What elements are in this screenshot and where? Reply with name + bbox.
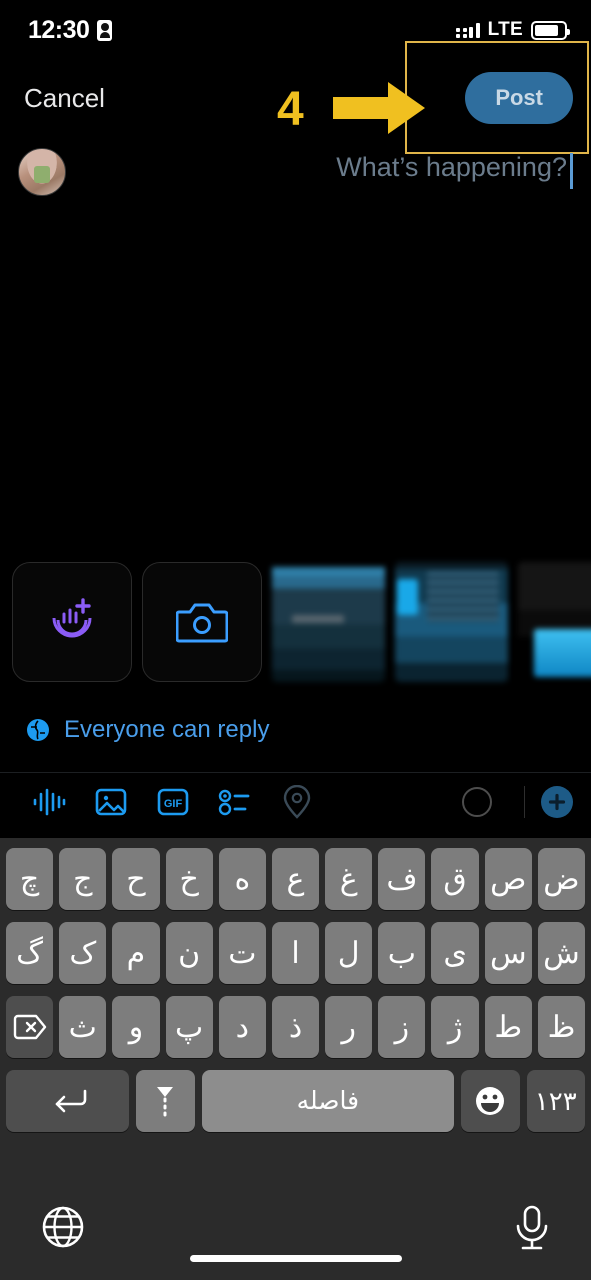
location-button[interactable]	[266, 785, 328, 819]
key[interactable]: ع	[271, 848, 320, 910]
text-cursor	[570, 153, 573, 189]
toolbar-vertical-divider	[524, 786, 525, 818]
gif-button[interactable]: GIF	[142, 786, 204, 818]
key[interactable]: ژ	[431, 996, 479, 1058]
microphone-icon[interactable]	[513, 1204, 551, 1252]
add-post-button[interactable]	[541, 786, 573, 818]
status-clock-group: 12:30	[28, 15, 113, 45]
key[interactable]: ر	[325, 996, 373, 1058]
image-button[interactable]	[80, 786, 142, 818]
key[interactable]: ظ	[537, 996, 586, 1058]
language-globe-icon[interactable]	[40, 1204, 86, 1250]
key[interactable]: ق	[431, 848, 479, 910]
key[interactable]: پ	[165, 996, 213, 1058]
right-arrow-annotation	[333, 82, 425, 134]
key[interactable]: ف	[378, 848, 426, 910]
create-audio-button[interactable]	[12, 562, 132, 682]
post-placeholder: ?What’s happening	[336, 152, 567, 182]
key[interactable]: ش	[537, 922, 586, 984]
key[interactable]: ک	[59, 922, 107, 984]
keyboard-row-3: ث و پ د ذ ر ز ژ ط ظ	[5, 996, 586, 1058]
character-count-circle	[446, 787, 508, 817]
waveform-icon	[33, 788, 66, 816]
reply-setting-label: Everyone can reply	[64, 716, 270, 743]
key[interactable]: ل	[325, 922, 373, 984]
key[interactable]: م	[112, 922, 160, 984]
key[interactable]: ی	[431, 922, 479, 984]
post-button-wrapper: Post	[405, 41, 589, 154]
globe-icon	[27, 719, 49, 741]
gif-icon: GIF	[157, 788, 189, 816]
key[interactable]: خ	[165, 848, 213, 910]
key[interactable]: چ	[5, 848, 54, 910]
emoji-face-icon	[476, 1087, 505, 1115]
key[interactable]: ض	[537, 848, 586, 910]
return-key-icon	[55, 1089, 86, 1113]
svg-text:GIF: GIF	[164, 798, 183, 810]
composer-toolbar: GIF	[0, 773, 591, 831]
key[interactable]: ا	[271, 922, 320, 984]
gallery-thumbnail-2[interactable]	[395, 562, 508, 682]
key[interactable]: ز	[378, 996, 426, 1058]
key[interactable]: ب	[378, 922, 426, 984]
backspace-icon	[13, 1014, 46, 1040]
poll-button[interactable]	[204, 787, 266, 817]
numbers-key[interactable]: ۱۲۳	[526, 1070, 585, 1132]
post-text-field[interactable]: ?What’s happening	[80, 148, 573, 196]
space-key[interactable]: فاصله	[201, 1070, 455, 1132]
backspace-key[interactable]	[5, 996, 54, 1058]
composer-area: ?What’s happening	[0, 136, 591, 196]
keyboard-row-4: فاصله ۱۲۳	[6, 1070, 585, 1132]
location-pin-icon	[283, 785, 311, 819]
dotted-arrow-key[interactable]	[136, 1070, 195, 1132]
camera-icon	[176, 603, 228, 643]
persian-keyboard: چ ج ح خ ه ع غ ف ق ص ض گ ک م ن ت ا ل ب ی …	[0, 838, 591, 1186]
key[interactable]: س	[484, 922, 532, 984]
key[interactable]: ت	[218, 922, 266, 984]
media-picker-strip	[0, 558, 591, 686]
key[interactable]: ث	[59, 996, 107, 1058]
key[interactable]: ص	[484, 848, 532, 910]
battery-icon	[531, 20, 570, 40]
emoji-key[interactable]	[461, 1070, 520, 1132]
key[interactable]: ذ	[271, 996, 320, 1058]
gallery-thumbnail-3[interactable]	[518, 562, 591, 682]
dotted-down-arrow-icon	[157, 1087, 174, 1117]
avatar[interactable]	[18, 148, 66, 196]
home-indicator	[189, 1255, 402, 1262]
key[interactable]: ن	[165, 922, 213, 984]
poll-icon	[218, 789, 250, 816]
keyboard-row-1: چ ج ح خ ه ع غ ف ق ص ض	[5, 848, 586, 910]
plus-icon	[548, 793, 566, 811]
key[interactable]: ط	[484, 996, 532, 1058]
status-bar: 12:30 LTE	[0, 0, 591, 60]
key[interactable]: د	[218, 996, 266, 1058]
keyboard-row-2: گ ک م ن ت ا ل ب ی س ش	[5, 922, 586, 984]
gallery-thumbnail-1[interactable]	[272, 562, 385, 682]
signal-strength-icon	[456, 22, 480, 38]
key[interactable]: ج	[59, 848, 107, 910]
status-time: 12:30	[28, 15, 90, 44]
audio-waveform-button[interactable]	[18, 787, 80, 817]
image-icon	[95, 788, 127, 816]
key[interactable]: غ	[325, 848, 373, 910]
status-indicators: LTE	[456, 19, 570, 41]
keyboard-bottom-bar	[0, 1186, 591, 1280]
post-button[interactable]: Post	[465, 72, 573, 124]
key[interactable]: ه	[218, 848, 266, 910]
audio-add-icon	[52, 598, 92, 638]
reply-setting-button[interactable]: Everyone can reply	[0, 700, 269, 760]
return-key[interactable]	[6, 1070, 130, 1132]
key[interactable]: گ	[5, 922, 54, 984]
key[interactable]: و	[112, 996, 160, 1058]
annotation-step-number: 4	[277, 83, 304, 136]
contact-badge-icon	[97, 19, 113, 41]
network-type: LTE	[487, 19, 523, 40]
key[interactable]: ح	[112, 848, 160, 910]
cancel-button[interactable]: Cancel	[24, 83, 105, 114]
camera-button[interactable]	[142, 562, 262, 682]
